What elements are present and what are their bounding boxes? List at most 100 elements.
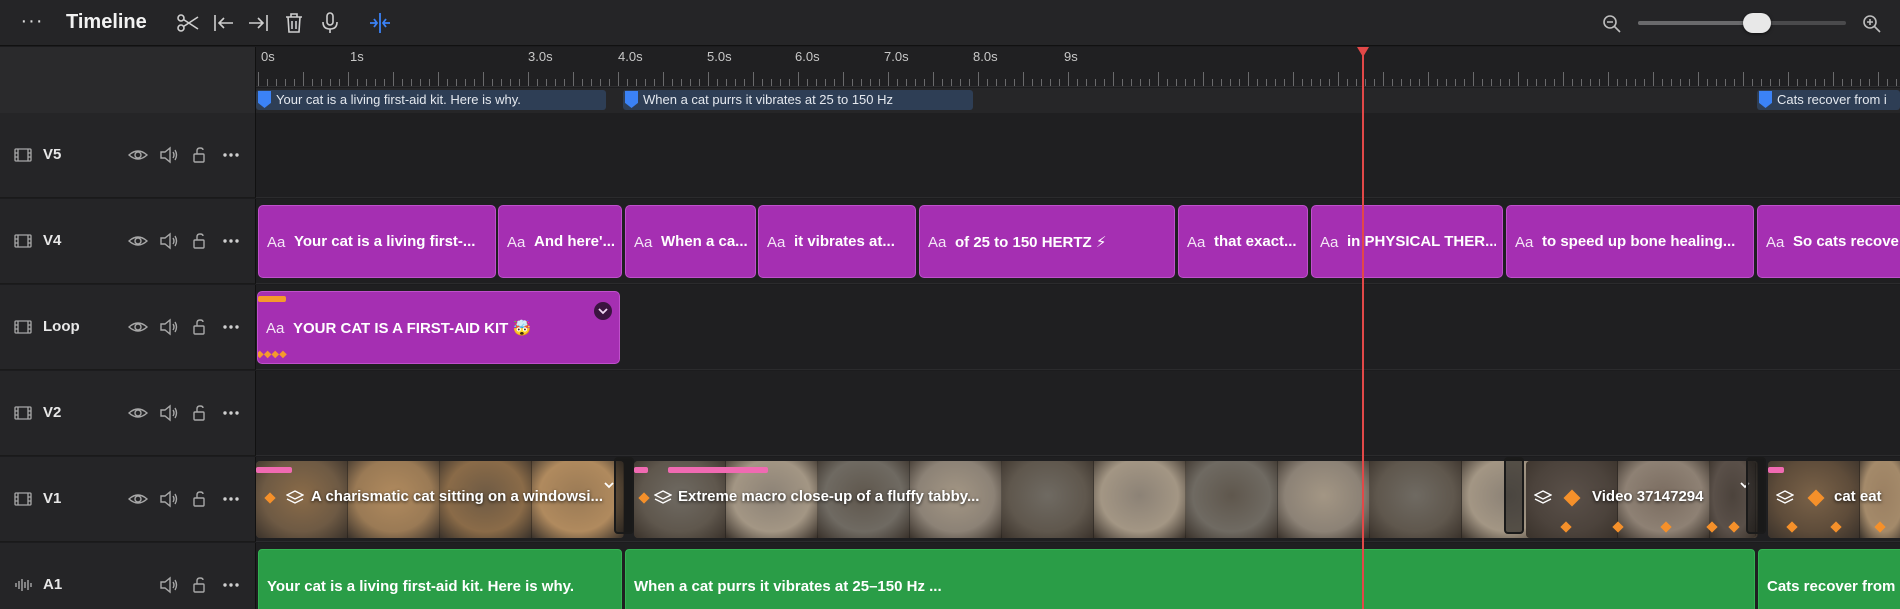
ruler-tick [1194, 79, 1195, 86]
audio-clip[interactable]: When a cat purrs it vibrates at 25–150 H… [625, 549, 1755, 609]
zoom-slider[interactable] [1638, 13, 1846, 33]
layers-icon [1534, 490, 1552, 504]
loop-title-clip[interactable]: Aa YOUR CAT IS A FIRST-AID KIT 🤯 ◆◆◆◆ [257, 291, 620, 364]
ruler-tick [1248, 72, 1249, 86]
zoom-out-icon[interactable] [1600, 12, 1624, 34]
transition-handle[interactable] [614, 457, 634, 534]
marker-flag-icon [1759, 91, 1772, 108]
ruler-tick [969, 79, 970, 86]
ruler-tick [1878, 72, 1879, 86]
track-lane-loop[interactable]: Aa YOUR CAT IS A FIRST-AID KIT 🤯 ◆◆◆◆ [256, 285, 1900, 370]
ruler-tick [1356, 79, 1357, 86]
eye-icon[interactable] [127, 403, 149, 423]
trim-end-icon[interactable] [244, 10, 272, 36]
speaker-icon[interactable] [158, 403, 180, 423]
text-type-label: Aa [267, 234, 286, 251]
title-clip[interactable]: Aa it vibrates at... [758, 205, 916, 278]
more-options-icon[interactable]: ··· [18, 10, 46, 36]
scissors-icon[interactable] [174, 10, 202, 36]
ruler-tick [591, 79, 592, 86]
lock-icon[interactable] [189, 403, 211, 423]
title-clip[interactable]: Aa When a ca... [625, 205, 756, 278]
zoom-slider-knob[interactable] [1742, 13, 1771, 33]
track-lane-v5[interactable] [256, 113, 1900, 198]
playhead[interactable] [1362, 47, 1364, 609]
audio-clip[interactable]: Cats recover from [1758, 549, 1900, 609]
track-lane-v2[interactable] [256, 371, 1900, 456]
ruler-tick [996, 79, 997, 86]
track-header-loop: Loop [0, 285, 256, 370]
ruler-tick [645, 79, 646, 86]
transition-handle[interactable] [1504, 457, 1524, 534]
ruler-label: 6.0s [795, 49, 820, 64]
more-icon[interactable] [220, 317, 242, 337]
zoom-in-icon[interactable] [1860, 12, 1884, 34]
marker[interactable]: Cats recover from i [1757, 90, 1900, 110]
marker[interactable]: When a cat purrs it vibrates at 25 to 15… [623, 90, 973, 110]
video-clip[interactable]: Video 37147294 [1526, 461, 1756, 538]
more-icon[interactable] [220, 489, 242, 509]
ruler-tick [1176, 79, 1177, 86]
ruler-tick [1617, 79, 1618, 86]
keyframe-diamonds: ◆◆◆◆ [257, 349, 287, 360]
ruler-tick [1014, 79, 1015, 86]
snap-icon[interactable] [366, 10, 394, 36]
ruler-tick [573, 72, 574, 86]
eye-icon[interactable] [127, 231, 149, 251]
title-clip[interactable]: Aa So cats recove [1757, 205, 1900, 278]
ruler-tick [1401, 79, 1402, 86]
trash-icon[interactable] [280, 10, 308, 36]
speaker-icon[interactable] [158, 575, 180, 595]
text-type-label: Aa [634, 234, 653, 251]
chevron-down-icon[interactable] [594, 302, 612, 320]
eye-icon[interactable] [127, 489, 149, 509]
ruler-label: 8.0s [973, 49, 998, 64]
speaker-icon[interactable] [158, 145, 180, 165]
more-icon[interactable] [220, 575, 242, 595]
speaker-icon[interactable] [158, 231, 180, 251]
lock-icon[interactable] [189, 231, 211, 251]
title-clip[interactable]: Aa to speed up bone healing... [1506, 205, 1754, 278]
ruler-label: 1s [350, 49, 364, 64]
audio-clip[interactable]: Your cat is a living first-aid kit. Here… [258, 549, 622, 609]
lock-icon[interactable] [189, 145, 211, 165]
title-clip[interactable]: Aa of 25 to 150 HERTZ ⚡ [919, 205, 1175, 278]
marker-flag-icon [258, 91, 271, 108]
marker-flag-icon [625, 91, 638, 108]
marker-label: Cats recover from i [1777, 92, 1887, 107]
more-icon[interactable] [220, 403, 242, 423]
lock-icon[interactable] [189, 317, 211, 337]
video-clip[interactable]: A charismatic cat sitting on a windowsi.… [256, 461, 624, 538]
eye-icon[interactable] [127, 317, 149, 337]
ruler-tick [1473, 72, 1474, 86]
more-icon[interactable] [220, 231, 242, 251]
more-icon[interactable] [220, 145, 242, 165]
title-clip[interactable]: Aa that exact... [1178, 205, 1308, 278]
layers-icon [286, 490, 304, 504]
ruler-tick [1167, 79, 1168, 86]
text-type-label: Aa [767, 234, 786, 251]
lock-icon[interactable] [189, 575, 211, 595]
marker-lane: Your cat is a living first-aid kit. Here… [256, 88, 1900, 113]
ruler-tick [1815, 79, 1816, 86]
title-clip[interactable]: Aa And here'... [498, 205, 622, 278]
ruler-tick [1068, 72, 1069, 86]
speaker-icon[interactable] [158, 317, 180, 337]
ruler-tick [1554, 79, 1555, 86]
video-clip[interactable]: cat eat [1768, 461, 1900, 538]
marker[interactable]: Your cat is a living first-aid kit. Here… [256, 90, 606, 110]
time-ruler[interactable]: 0s 1s 3.0s 4.0s 5.0s 6.0s 7.0s 8.0s 9s [256, 47, 1900, 87]
transition-handle[interactable] [1746, 457, 1766, 534]
title-clip[interactable]: Aa Your cat is a living first-... [258, 205, 496, 278]
track-lane-v1[interactable]: A charismatic cat sitting on a windowsi.… [256, 457, 1900, 542]
track-lane-v4[interactable]: Aa Your cat is a living first-... Aa And h… [256, 199, 1900, 284]
speaker-icon[interactable] [158, 489, 180, 509]
ruler-tick [915, 79, 916, 86]
microphone-icon[interactable] [316, 10, 344, 36]
title-clip[interactable]: Aa in PHYSICAL THER... [1311, 205, 1503, 278]
lock-icon[interactable] [189, 489, 211, 509]
ruler-tick [735, 79, 736, 86]
eye-icon[interactable] [127, 145, 149, 165]
trim-start-icon[interactable] [210, 10, 238, 36]
track-lane-a1[interactable]: Your cat is a living first-aid kit. Here… [256, 543, 1900, 609]
